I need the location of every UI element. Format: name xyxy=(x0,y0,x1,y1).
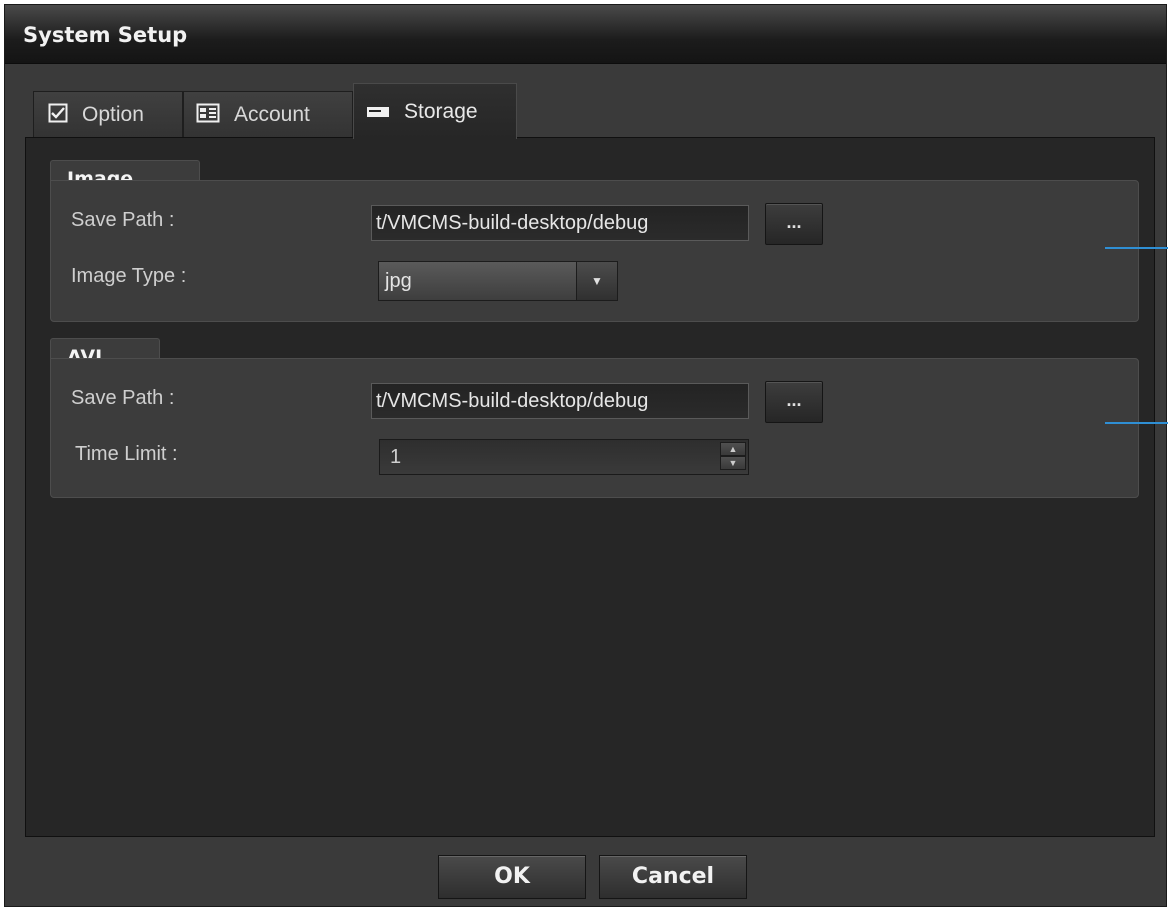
ok-button[interactable]: OK xyxy=(438,855,586,899)
tab-label: Storage xyxy=(404,99,478,123)
window-title: System Setup xyxy=(23,23,188,47)
image-browse-button[interactable]: ... xyxy=(765,203,823,245)
tab-option[interactable]: Option xyxy=(33,91,183,137)
tab-label: Account xyxy=(234,102,310,126)
title-bar[interactable]: System Setup xyxy=(5,5,1166,64)
account-icon xyxy=(196,103,220,127)
cancel-button[interactable]: Cancel xyxy=(599,855,747,899)
image-type-label: Image Type : xyxy=(71,265,187,287)
image-type-value: jpg xyxy=(385,270,412,292)
chevron-down-icon[interactable]: ▼ xyxy=(576,262,617,300)
time-limit-label: Time Limit : xyxy=(75,443,178,465)
time-limit-value: 1 xyxy=(390,446,402,468)
tab-label: Option xyxy=(82,102,144,126)
tab-storage[interactable]: Storage xyxy=(353,83,517,139)
image-group: Save Path : t/VMCMS-build-desktop/debug … xyxy=(50,180,1139,322)
storage-icon xyxy=(366,102,390,122)
accent-line xyxy=(1105,422,1168,424)
spin-down-icon[interactable]: ▼ xyxy=(720,456,746,470)
system-setup-window: System Setup Option Account Storage Imag… xyxy=(4,4,1168,907)
image-save-path-label: Save Path : xyxy=(71,209,175,231)
time-limit-spinbox[interactable]: 1 ▲ ▼ xyxy=(379,439,749,475)
tab-account[interactable]: Account xyxy=(183,91,353,137)
avi-save-path-label: Save Path : xyxy=(71,387,175,409)
spin-up-icon[interactable]: ▲ xyxy=(720,442,746,456)
spin-buttons: ▲ ▼ xyxy=(720,442,746,472)
image-type-select[interactable]: jpg ▼ xyxy=(378,261,618,301)
avi-save-path-input[interactable]: t/VMCMS-build-desktop/debug xyxy=(371,383,749,419)
checkbox-icon xyxy=(48,103,68,127)
image-save-path-input[interactable]: t/VMCMS-build-desktop/debug xyxy=(371,205,749,241)
accent-line xyxy=(1105,247,1168,249)
avi-browse-button[interactable]: ... xyxy=(765,381,823,423)
storage-panel: Image Save Path : t/VMCMS-build-desktop/… xyxy=(25,137,1155,837)
avi-group: Save Path : t/VMCMS-build-desktop/debug … xyxy=(50,358,1139,498)
